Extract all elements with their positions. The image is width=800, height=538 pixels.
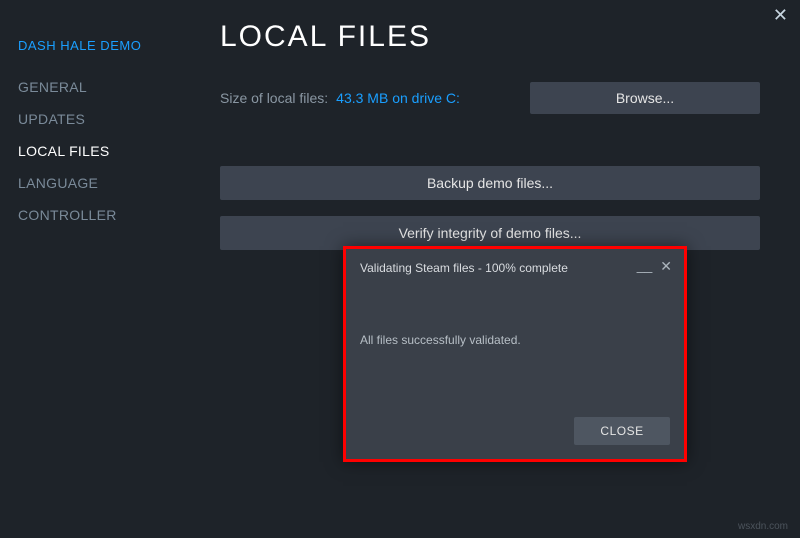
watermark: wsxdn.com	[738, 521, 788, 532]
page-title: LOCAL FILES	[220, 20, 760, 54]
close-icon[interactable]: ✕	[773, 6, 788, 24]
game-title-link[interactable]: DASH HALE DEMO	[18, 38, 200, 53]
sidebar-item-controller[interactable]: CONTROLLER	[18, 207, 200, 223]
size-label: Size of local files:	[220, 90, 328, 106]
dialog-message: All files successfully validated.	[346, 275, 684, 347]
sidebar-item-updates[interactable]: UPDATES	[18, 111, 200, 127]
validation-dialog: Validating Steam files - 100% complete _…	[343, 246, 687, 462]
backup-button[interactable]: Backup demo files...	[220, 166, 760, 200]
dialog-title: Validating Steam files - 100% complete	[346, 249, 684, 275]
dialog-close-button[interactable]: CLOSE	[574, 417, 670, 445]
sidebar-item-general[interactable]: GENERAL	[18, 79, 200, 95]
minimize-icon[interactable]: __	[637, 263, 653, 269]
sidebar: DASH HALE DEMO GENERAL UPDATES LOCAL FIL…	[0, 0, 200, 538]
browse-button[interactable]: Browse...	[530, 82, 760, 114]
size-row: Size of local files: 43.3 MB on drive C:…	[220, 82, 760, 114]
size-drive-link[interactable]: 43.3 MB on drive C:	[336, 90, 460, 106]
verify-button[interactable]: Verify integrity of demo files...	[220, 216, 760, 250]
sidebar-item-local-files[interactable]: LOCAL FILES	[18, 143, 200, 159]
dialog-close-icon[interactable]: ✕	[660, 259, 672, 273]
sidebar-item-language[interactable]: LANGUAGE	[18, 175, 200, 191]
